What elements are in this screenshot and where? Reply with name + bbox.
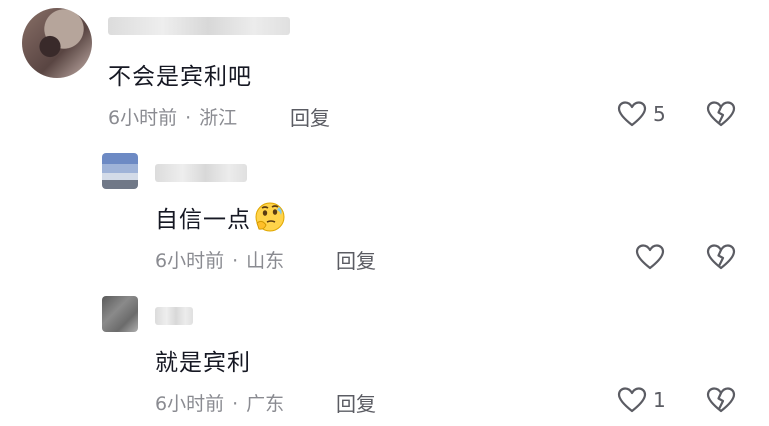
comment-text-content: 自信一点 [155,207,251,233]
comment-time: 6小时前 [155,250,225,272]
broken-heart-icon [706,243,736,271]
comment-meta: 6小时前 · 山东 [155,246,284,273]
comment-location: 浙江 [199,107,238,129]
avatar[interactable] [102,296,138,332]
comment-text: 就是宾利 [155,350,251,376]
broken-heart-icon [706,386,736,414]
comment-location: 广东 [246,393,285,415]
meta-separator: · [232,393,239,415]
username-blurred[interactable] [108,17,290,35]
comment-text: 自信一点 [155,200,287,239]
comment-meta: 6小时前 · 广东 [155,389,284,416]
heart-outline-icon [617,100,647,128]
comment-location: 山东 [246,250,285,272]
meta-separator: · [185,107,192,129]
comment-time: 6小时前 [108,107,178,129]
reply-button[interactable]: 回复 [336,245,376,274]
like-button[interactable]: 5 [617,100,666,128]
comment-meta: 6小时前 · 浙江 [108,103,237,130]
like-button[interactable] [635,243,671,271]
like-button[interactable]: 1 [617,386,666,414]
heart-outline-icon [617,386,647,414]
dislike-button[interactable] [706,243,736,271]
reply-button[interactable]: 回复 [336,388,376,417]
meta-separator: · [232,250,239,272]
avatar[interactable] [22,8,92,78]
like-count: 1 [653,388,666,412]
avatar[interactable] [102,153,138,189]
username-blurred[interactable] [155,307,193,325]
broken-heart-icon [706,100,736,128]
dislike-button[interactable] [706,386,736,414]
username-blurred[interactable] [155,164,247,182]
comment-text: 不会是宾利吧 [108,64,252,90]
heart-outline-icon [635,243,665,271]
dislike-button[interactable] [706,100,736,128]
comment-time: 6小时前 [155,393,225,415]
like-count: 5 [653,102,666,126]
thinking-face-emoji [253,201,287,239]
reply-button[interactable]: 回复 [290,102,330,131]
